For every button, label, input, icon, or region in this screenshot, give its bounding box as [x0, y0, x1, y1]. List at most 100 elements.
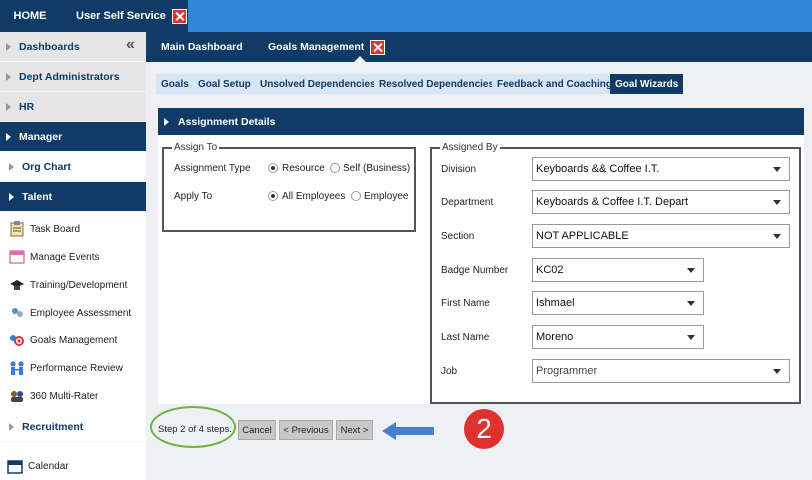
chevron-down-icon: [773, 167, 781, 172]
tab-goals-management[interactable]: Goals Management: [268, 32, 386, 62]
sidebar-item-label: Calendar: [28, 460, 69, 472]
tab-main-dashboard[interactable]: Main Dashboard: [161, 32, 243, 62]
sidebar-item-label: Performance Review: [30, 362, 123, 374]
employee-radio-label[interactable]: Employee: [364, 191, 408, 202]
first-name-select[interactable]: Ishmael: [532, 291, 704, 315]
sidebar-item-label: HR: [19, 100, 35, 113]
sidebar: Dashboards « Dept Administrators HR Mana…: [0, 32, 146, 480]
chevron-down-icon: [687, 301, 695, 306]
first-name-label: First Name: [441, 298, 490, 309]
badge-number-label: Badge Number: [441, 265, 509, 276]
sidebar-item-manager[interactable]: Manager: [0, 122, 146, 152]
close-icon[interactable]: [370, 39, 386, 55]
job-select[interactable]: Programmer: [532, 359, 790, 383]
sidebar-item-label: Dept Administrators: [19, 70, 120, 83]
tab-goals-management-label: Goals Management: [268, 41, 365, 53]
close-icon[interactable]: [171, 8, 187, 24]
active-tab-indicator: [354, 56, 366, 62]
tab-goal-wizards[interactable]: Goal Wizards: [610, 74, 684, 94]
all-employees-radio[interactable]: [268, 191, 278, 201]
division-select[interactable]: Keyboards && Coffee I.T.: [532, 157, 790, 181]
assignment-panel: Assignment Details Assign To Assignment …: [158, 108, 804, 404]
module-tabs: Main Dashboard Goals Management: [146, 32, 812, 62]
employee-radio[interactable]: [351, 191, 361, 201]
sidebar-item-training-development[interactable]: Training/Development: [8, 275, 127, 295]
job-value: Programmer: [536, 365, 598, 377]
sidebar-item-label: Org Chart: [22, 160, 72, 173]
sidebar-item-label: 360 Multi-Rater: [30, 390, 99, 402]
sidebar-item-manage-events[interactable]: Manage Events: [8, 247, 100, 267]
expand-arrow-icon: [6, 102, 11, 111]
previous-button[interactable]: < Previous: [279, 420, 333, 440]
sidebar-item-label: Training/Development: [30, 279, 128, 291]
section-value: NOT APPLICABLE: [536, 230, 629, 242]
division-value: Keyboards && Coffee I.T.: [536, 163, 660, 175]
sidebar-item-recruitment[interactable]: Recruitment: [0, 412, 146, 442]
sidebar-item-org-chart[interactable]: Org Chart: [0, 152, 146, 182]
sidebar-item-dept-administrators[interactable]: Dept Administrators: [0, 62, 146, 92]
sidebar-item-label: Goals Management: [30, 334, 118, 346]
panel-header[interactable]: Assignment Details: [158, 108, 804, 135]
tab-feedback-and-coaching[interactable]: Feedback and Coaching: [492, 74, 618, 94]
user-self-service-label: User Self Service: [76, 10, 166, 22]
sidebar-item-employee-assessment[interactable]: Employee Assessment: [8, 303, 131, 323]
step-number-badge: 2: [464, 409, 504, 449]
division-label: Division: [441, 164, 477, 175]
first-name-value: Ishmael: [536, 297, 575, 309]
target-icon: [8, 332, 26, 348]
people-review-icon: [8, 360, 26, 376]
last-name-value: Moreno: [536, 331, 574, 343]
sidebar-item-goals-management[interactable]: Goals Management: [8, 330, 117, 350]
cancel-button[interactable]: Cancel: [238, 420, 276, 440]
tab-goal-setup[interactable]: Goal Setup: [193, 74, 256, 94]
tab-unsolved-dependencies[interactable]: Unsolved Dependencies: [255, 74, 381, 94]
sidebar-item-task-board[interactable]: Task Board: [8, 219, 80, 239]
next-button[interactable]: Next >: [336, 420, 373, 440]
main-content: Main Dashboard Goals Management Goals Go…: [146, 32, 812, 480]
chevron-down-icon: [773, 234, 781, 239]
assessment-icon: [8, 305, 26, 321]
group-icon: [8, 388, 26, 404]
graduation-cap-icon: [8, 277, 26, 293]
assign-to-group: Assign To: [162, 142, 416, 232]
sidebar-item-calendar[interactable]: Calendar: [6, 456, 69, 476]
sidebar-item-label: Manage Events: [30, 251, 100, 263]
last-name-select[interactable]: Moreno: [532, 325, 704, 349]
collapse-sidebar-icon[interactable]: «: [126, 36, 135, 54]
home-tab[interactable]: HOME: [0, 0, 60, 32]
sidebar-item-performance-review[interactable]: Performance Review: [8, 358, 123, 378]
resource-radio[interactable]: [268, 163, 278, 173]
badge-number-select[interactable]: KC02: [532, 258, 704, 282]
chevron-down-icon: [687, 268, 695, 273]
sidebar-item-360-multi-rater[interactable]: 360 Multi-Rater: [8, 386, 98, 406]
self-business-radio-label[interactable]: Self (Business): [343, 163, 410, 174]
expand-arrow-icon: [9, 162, 14, 171]
calendar-events-icon: [8, 249, 26, 265]
sidebar-item-dashboards[interactable]: Dashboards: [0, 32, 146, 62]
department-select[interactable]: Keyboards & Coffee I.T. Depart: [532, 190, 790, 214]
tab-goals[interactable]: Goals: [156, 74, 194, 94]
sidebar-item-label: Employee Assessment: [30, 307, 132, 319]
sidebar-item-talent[interactable]: Talent: [0, 182, 146, 212]
chevron-down-icon: [773, 200, 781, 205]
panel-title: Assignment Details: [178, 115, 276, 128]
sidebar-item-label: Manager: [19, 130, 63, 143]
section-select[interactable]: NOT APPLICABLE: [532, 224, 790, 248]
assigned-by-legend: Assigned By: [442, 142, 498, 153]
all-employees-radio-label[interactable]: All Employees: [282, 191, 345, 202]
expand-arrow-icon: [9, 422, 14, 431]
sidebar-item-hr[interactable]: HR: [0, 92, 146, 122]
assignment-type-label: Assignment Type: [174, 163, 251, 174]
resource-radio-label[interactable]: Resource: [282, 163, 325, 174]
tab-resolved-dependencies[interactable]: Resolved Dependencies: [374, 74, 500, 94]
expand-arrow-icon: [164, 117, 169, 126]
expand-arrow-icon: [6, 72, 11, 81]
last-name-label: Last Name: [441, 332, 490, 343]
chevron-down-icon: [687, 335, 695, 340]
user-self-service-tab[interactable]: User Self Service: [60, 0, 188, 32]
sidebar-item-label: Dashboards: [19, 40, 80, 53]
self-business-radio[interactable]: [330, 163, 340, 173]
job-label: Job: [441, 366, 458, 377]
expand-arrow-icon: [6, 132, 11, 141]
assign-to-legend: Assign To: [174, 142, 218, 153]
